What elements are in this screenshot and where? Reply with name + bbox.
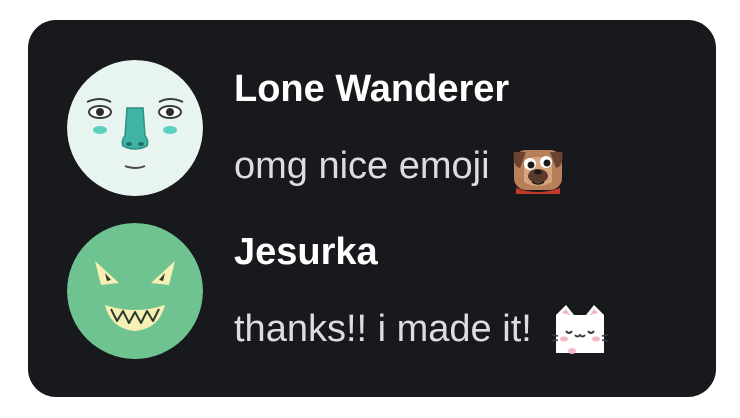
uwu-cat-emoji-icon[interactable] [551, 301, 608, 357]
user-avatar[interactable] [67, 60, 203, 196]
message-content: omg nice emoji [234, 136, 566, 196]
user-avatar[interactable] [67, 223, 203, 359]
grinning-creature-avatar-icon [67, 223, 203, 359]
username[interactable]: Lone Wanderer [234, 68, 509, 111]
pug-emoji-icon[interactable] [510, 138, 566, 194]
pale-face-avatar-icon [67, 60, 203, 196]
message-item: Lone Wanderer omg nice emoji [28, 60, 716, 200]
message-item: Jesurka thanks!! i made it! [28, 223, 716, 363]
username[interactable]: Jesurka [234, 231, 378, 274]
message-content: thanks!! i made it! [234, 299, 608, 359]
message-text: omg nice emoji [234, 144, 490, 187]
chat-card: Lone Wanderer omg nice emoji Jesurka tha… [28, 20, 716, 397]
message-text: thanks!! i made it! [234, 307, 532, 350]
